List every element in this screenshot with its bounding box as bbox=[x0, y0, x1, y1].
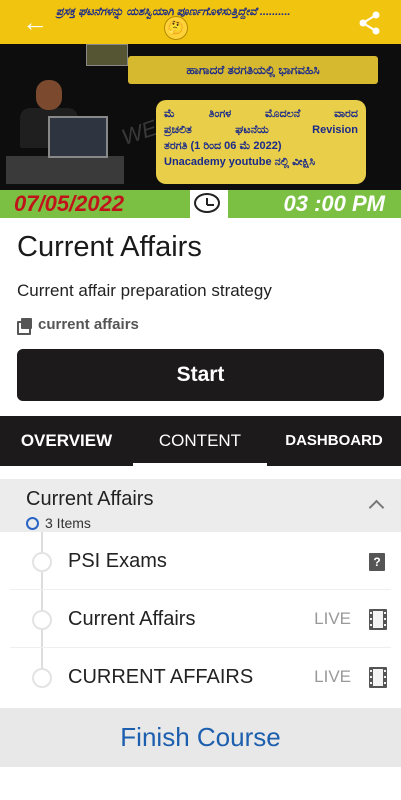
class-time: 03 :00 PM bbox=[283, 191, 386, 216]
quiz-icon: ? bbox=[369, 553, 385, 571]
class-date: 07/05/2022 bbox=[14, 191, 125, 216]
back-arrow-icon[interactable]: ← bbox=[20, 8, 50, 38]
thinking-emoji-icon: 🤔 bbox=[164, 16, 188, 40]
list-item-label: PSI Exams bbox=[68, 550, 167, 572]
collection-icon bbox=[17, 317, 32, 335]
progress-ring-icon bbox=[26, 516, 39, 530]
banner-top-text: ಪ್ರಸಕ್ತ ಘಟನೆಗಳನ್ನು ಯಶಸ್ವಿಯಾಗಿ ಪೂರ್ಣಗೊಳಿಸ… bbox=[56, 6, 291, 18]
progress-dot-icon bbox=[32, 668, 52, 688]
live-badge: LIVE bbox=[314, 609, 351, 628]
banner-panel-word: ಮೆ bbox=[164, 108, 175, 120]
list-item-label: CURRENT AFFAIRS bbox=[68, 666, 254, 688]
banner-panel-word: ಮೊದಲನೆ bbox=[265, 108, 301, 120]
course-title: Current Affairs bbox=[17, 231, 202, 263]
banner-panel-line-4: Unacademy youtube ನಲ್ಲಿ ವೀಕ್ಷಿಸಿ bbox=[164, 154, 358, 170]
banner-panel-word: ಪ್ರಚಲಿತ bbox=[164, 124, 192, 136]
presenter-image bbox=[6, 72, 124, 184]
progress-dot-icon bbox=[32, 552, 52, 572]
tab-dashboard[interactable]: DASHBOARD bbox=[267, 416, 401, 466]
banner-panel-line-1: ಮೆ ತಿಂಗಳ ಮೊದಲನೆ ವಾರದ bbox=[164, 106, 358, 122]
live-badge: LIVE bbox=[314, 667, 351, 686]
banner-panel-word: Unacademy youtube ನಲ್ಲಿ ವೀಕ್ಷಿಸಿ bbox=[164, 156, 316, 168]
course-banner-image: ಪ್ರಸಕ್ತ ಘಟನೆಗಳನ್ನು ಯಶಸ್ವಿಯಾಗಿ ಪೂರ್ಣಗೊಳಿಸ… bbox=[0, 0, 401, 190]
course-tag-label: current affairs bbox=[38, 316, 139, 333]
banner-top-strip: ಪ್ರಸಕ್ತ ಘಟನೆಗಳನ್ನು ಯಶಸ್ವಿಯಾಗಿ ಪೂರ್ಣಗೊಳಿಸ… bbox=[0, 0, 401, 44]
section-title: Current Affairs bbox=[26, 488, 154, 510]
video-icon bbox=[369, 667, 387, 688]
course-subtitle: Current affair preparation strategy bbox=[17, 281, 272, 300]
start-button[interactable]: Start bbox=[17, 349, 384, 401]
video-icon bbox=[369, 609, 387, 630]
banner-panel-word: ತರಗತಿ (1 ರಿಂದ 06 ಮೆ 2022) bbox=[164, 140, 282, 152]
list-item-label: Current Affairs bbox=[68, 608, 196, 630]
progress-dot-icon bbox=[32, 610, 52, 630]
course-tabs: OVERVIEW CONTENT DASHBOARD bbox=[0, 416, 401, 466]
finish-course-button[interactable]: Finish Course bbox=[0, 708, 401, 767]
list-item[interactable]: Current Affairs LIVE bbox=[10, 590, 391, 648]
list-item[interactable]: CURRENT AFFAIRS LIVE bbox=[10, 648, 391, 706]
banner-panel-word: ಘಟನೆಯ bbox=[235, 124, 269, 136]
list-item[interactable]: PSI Exams ? bbox=[10, 532, 391, 590]
banner-panel-line-2: ಪ್ರಚಲಿತ ಘಟನೆಯ Revision bbox=[164, 122, 358, 138]
section-count-label: 3 Items bbox=[45, 515, 91, 531]
banner-panel-word: ತಿಂಗಳ bbox=[208, 108, 232, 120]
share-icon[interactable] bbox=[357, 10, 383, 36]
clock-icon bbox=[190, 190, 228, 218]
course-tag: current affairs bbox=[17, 316, 139, 335]
section-header[interactable]: Current Affairs 3 Items bbox=[0, 479, 401, 532]
tab-overview[interactable]: OVERVIEW bbox=[0, 416, 133, 466]
banner-logo-image bbox=[86, 44, 128, 66]
banner-info-panel: ಮೆ ತಿಂಗಳ ಮೊದಲನೆ ವಾರದ ಪ್ರಚಲಿತ ಘಟನೆಯ Revis… bbox=[156, 100, 366, 184]
tab-content[interactable]: CONTENT bbox=[133, 416, 267, 466]
section-count: 3 Items bbox=[26, 515, 91, 531]
chevron-up-icon[interactable] bbox=[369, 497, 383, 511]
section-items-list: PSI Exams ? Current Affairs LIVE CURRENT… bbox=[10, 532, 391, 708]
banner-panel-line-3: ತರಗತಿ (1 ರಿಂದ 06 ಮೆ 2022) bbox=[164, 138, 358, 154]
banner-tag: ಹಾಗಾದರೆ ತರಗತಿಯಲ್ಲಿ ಭಾಗವಹಿಸಿ bbox=[128, 56, 378, 84]
banner-panel-word: Revision bbox=[312, 124, 358, 136]
banner-panel-word: ವಾರದ bbox=[334, 108, 358, 120]
